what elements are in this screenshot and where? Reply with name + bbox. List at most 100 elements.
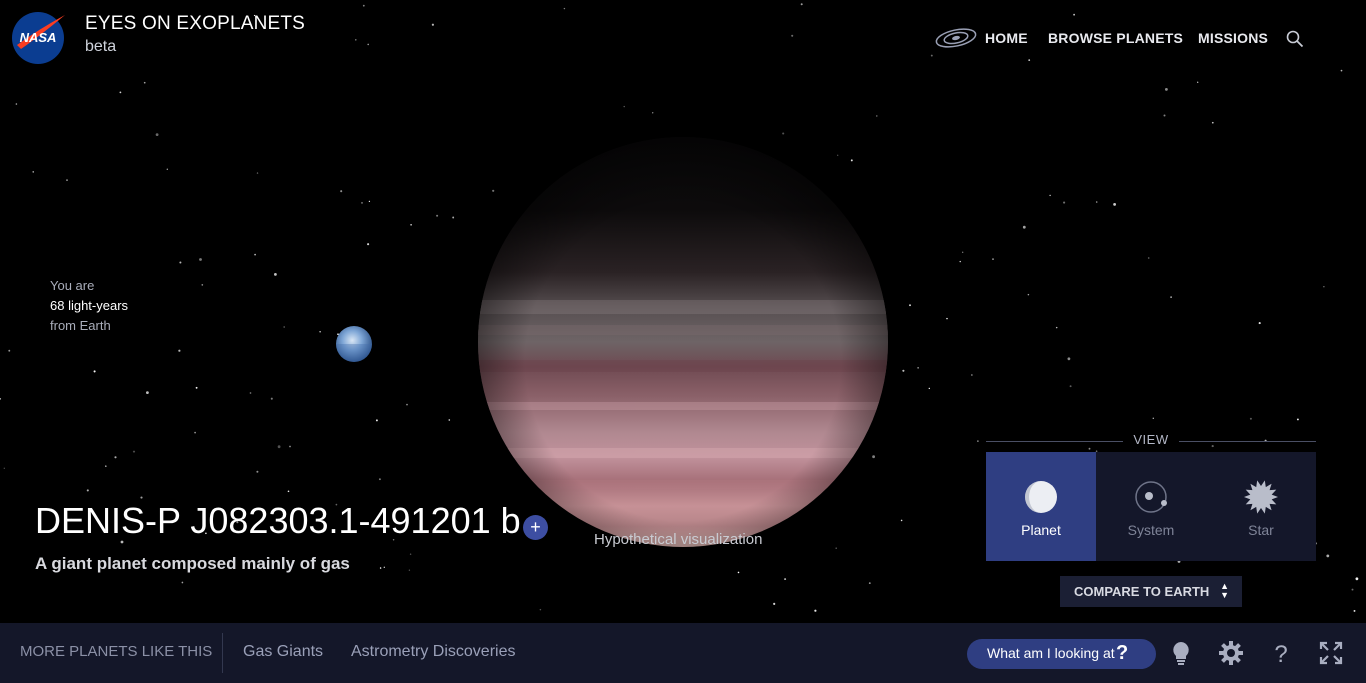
star	[492, 189, 495, 192]
category-gas-giants[interactable]: Gas Giants	[243, 643, 323, 661]
help-icon[interactable]: ?	[1268, 640, 1294, 666]
star	[837, 154, 839, 156]
star	[962, 251, 964, 253]
star-icon	[1244, 480, 1278, 514]
star	[289, 445, 291, 448]
star	[378, 478, 381, 481]
app-title[interactable]: EYES ON EXOPLANETS	[85, 13, 305, 35]
star	[1049, 194, 1051, 197]
category-astrometry-discoveries[interactable]: Astrometry Discoveries	[351, 643, 515, 661]
star	[195, 386, 198, 389]
star	[1197, 81, 1199, 83]
star	[179, 261, 182, 264]
star	[652, 112, 654, 114]
what-am-i-looking-at-button[interactable]: What am I looking at ?	[967, 639, 1156, 669]
question-icon: ?	[1116, 642, 1129, 664]
more-planets-label: MORE PLANETS LIKE THIS	[20, 643, 213, 660]
nav-missions[interactable]: MISSIONS	[1198, 30, 1268, 48]
star	[1323, 286, 1325, 288]
star	[362, 4, 365, 7]
star	[539, 608, 542, 611]
star	[383, 566, 385, 568]
gear-icon[interactable]	[1218, 640, 1244, 666]
star	[375, 419, 378, 422]
star	[436, 214, 439, 217]
view-system-label: System	[1127, 522, 1175, 538]
star	[410, 223, 412, 226]
star	[199, 258, 202, 261]
galaxy-icon[interactable]	[934, 26, 978, 50]
system-icon	[1135, 481, 1167, 513]
nav-browse-planets[interactable]: BROWSE PLANETS	[1048, 30, 1183, 48]
star	[155, 133, 159, 137]
star	[431, 23, 434, 26]
star	[1326, 554, 1330, 558]
view-planet-button[interactable]: Planet	[986, 452, 1096, 561]
star	[256, 172, 259, 174]
star	[361, 202, 363, 204]
star	[140, 496, 143, 499]
star	[287, 490, 290, 493]
star	[406, 403, 408, 406]
star	[1073, 13, 1075, 16]
distance-value: 68 light-years	[50, 298, 129, 313]
star	[114, 456, 117, 459]
star	[283, 326, 286, 328]
star	[1022, 225, 1026, 229]
star	[132, 450, 136, 453]
star	[277, 445, 281, 449]
star	[201, 284, 204, 286]
view-system-button[interactable]: System	[1096, 452, 1206, 561]
star	[1069, 385, 1072, 388]
what-am-i-looking-at-label: What am I looking at	[987, 645, 1115, 661]
star	[3, 467, 5, 469]
planet-icon	[1025, 481, 1057, 513]
star	[902, 369, 905, 372]
nav-home[interactable]: HOME	[985, 30, 1028, 48]
star	[254, 253, 256, 256]
star	[1165, 88, 1168, 91]
star	[105, 465, 107, 467]
star	[1351, 588, 1354, 591]
add-planet-info-button[interactable]: +	[523, 515, 548, 540]
star	[8, 349, 11, 352]
earth-marker[interactable]	[336, 326, 372, 362]
star	[119, 91, 122, 94]
star	[146, 391, 149, 394]
view-star-button[interactable]: Star	[1206, 452, 1316, 561]
star	[1113, 203, 1116, 206]
star	[178, 349, 181, 352]
view-selector: Planet System Star	[986, 452, 1316, 561]
nasa-logo[interactable]: NASA	[11, 11, 67, 65]
star	[1088, 447, 1091, 450]
star	[1249, 417, 1252, 420]
star	[194, 431, 196, 434]
app-subtitle: beta	[85, 38, 117, 55]
star	[408, 569, 411, 571]
star	[814, 609, 817, 612]
star	[1163, 114, 1166, 117]
star	[1296, 418, 1299, 421]
star	[1147, 257, 1150, 259]
lightbulb-icon[interactable]	[1168, 640, 1194, 666]
star	[181, 581, 184, 584]
view-star-label: Star	[1248, 522, 1274, 538]
star	[946, 317, 948, 320]
star	[1027, 293, 1030, 296]
visualization-note: Hypothetical visualization	[594, 531, 763, 548]
star	[800, 3, 803, 6]
star	[452, 216, 455, 219]
fullscreen-icon[interactable]	[1318, 640, 1344, 666]
star	[930, 54, 933, 57]
star	[270, 397, 273, 400]
bottom-bar: MORE PLANETS LIKE THIS Gas Giants Astrom…	[0, 623, 1366, 683]
bottom-divider	[222, 633, 223, 673]
search-icon[interactable]	[1286, 30, 1304, 48]
star	[909, 304, 911, 307]
star	[15, 103, 18, 105]
planet-description: A giant planet composed mainly of gas	[35, 554, 350, 573]
compare-to-earth-select[interactable]: COMPARE TO EARTH ▲ ▼	[1060, 576, 1242, 607]
compare-label: COMPARE TO EARTH	[1074, 584, 1210, 599]
view-label: VIEW	[1133, 432, 1169, 447]
svg-text:?: ?	[1274, 641, 1287, 666]
